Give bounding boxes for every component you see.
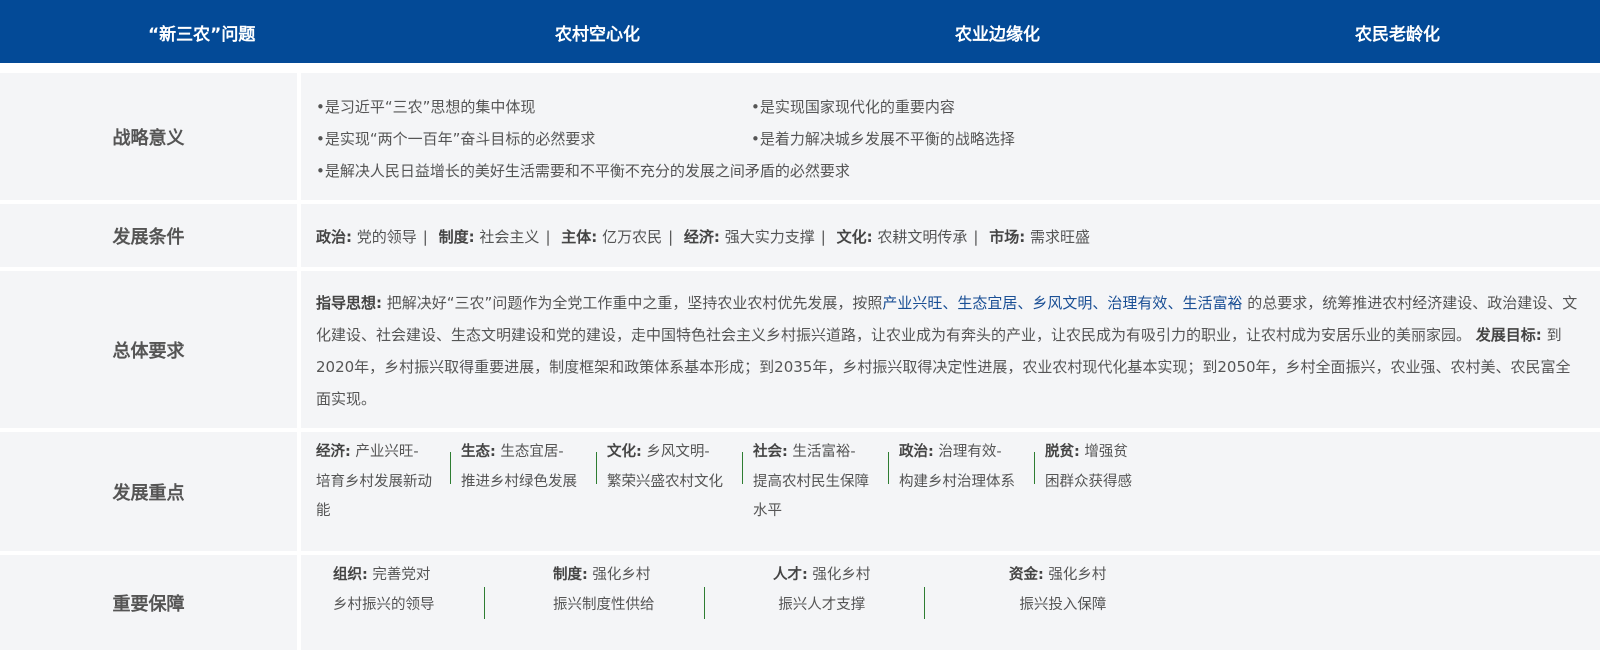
row-label: 重要保障 xyxy=(0,555,297,650)
divider xyxy=(596,452,597,484)
divider xyxy=(888,452,889,484)
row-development-focus: 发展重点 经济: 产业兴旺- 培育乡村发展新动能 生态: 生态宜居- 推进乡村绿色发… xyxy=(0,432,1600,551)
guarantee-item-institution: 制度: 强化乡村 振兴制度性供给 xyxy=(553,567,655,613)
row-overall-requirements: 总体要求 指导思想: 把解决好“三农”问题作为全党工作重中之重，坚持农业农村优先… xyxy=(0,271,1600,428)
header-new-three-rural-issues: “新三农”问题 xyxy=(148,25,256,45)
divider xyxy=(484,587,485,619)
guarantee-item-funding: 资金: 强化乡村 振兴投入保障 xyxy=(1009,567,1107,613)
focus-item-economy: 经济: 产业兴旺- 培育乡村发展新动能 xyxy=(316,444,432,519)
row-development-conditions: 发展条件 政治: 党的领导 | 制度: 社会主义 | 主体: 亿万农民 | 经济: 强… xyxy=(0,204,1600,267)
condition-value: 党的领导 xyxy=(356,228,417,246)
guarantee-item-organization: 组织: 完善党对 乡村振兴的领导 xyxy=(333,567,435,613)
guiding-thought-text: 把解决好“三农”问题作为全党工作重中之重，坚持农业农村优先发展，按照 xyxy=(386,294,883,312)
strategy-item: •是实现国家现代化的重要内容 xyxy=(751,98,955,116)
divider xyxy=(704,587,705,619)
row-content: 经济: 产业兴旺- 培育乡村发展新动能 生态: 生态宜居- 推进乡村绿色发展 文化:… xyxy=(301,432,1600,551)
row-label: 发展重点 xyxy=(0,432,297,551)
focus-item-society: 社会: 生活富裕- 提高农村民生保障 水平 xyxy=(753,444,869,519)
condition-key: 文化: xyxy=(836,228,873,246)
row-content: •是习近平“三农”思想的集中体现 •是实现国家现代化的重要内容 •是实现“两个一… xyxy=(301,73,1600,200)
row-content: 组织: 完善党对 乡村振兴的领导 制度: 强化乡村 振兴制度性供给 人才: 强化乡村… xyxy=(301,555,1600,650)
divider xyxy=(450,452,451,484)
guiding-thought-label: 指导思想: xyxy=(316,294,382,312)
condition-value: 亿万农民 xyxy=(602,228,663,246)
header-farmer-aging: 农民老龄化 xyxy=(1355,25,1440,45)
condition-value: 需求旺盛 xyxy=(1029,228,1090,246)
row-label: 总体要求 xyxy=(0,271,297,428)
highlight-term: 生活富裕 xyxy=(1182,294,1243,312)
row-important-guarantees: 重要保障 组织: 完善党对 乡村振兴的领导 制度: 强化乡村 振兴制度性供给 人才:… xyxy=(0,555,1600,650)
highlight-term: 生态宜居 xyxy=(957,294,1018,312)
condition-key: 政治: xyxy=(316,228,352,246)
strategy-item: •是着力解决城乡发展不平衡的战略选择 xyxy=(751,130,1015,148)
focus-item-culture: 文化: 乡风文明- 繁荣兴盛农村文化 xyxy=(607,444,723,490)
development-goal-label: 发展目标: xyxy=(1475,326,1542,344)
strategy-item: •是实现“两个一百年”奋斗目标的必然要求 xyxy=(316,130,596,148)
requirements-paragraph: 指导思想: 把解决好“三农”问题作为全党工作重中之重，坚持农业农村优先发展，按照… xyxy=(316,294,1578,408)
divider xyxy=(1034,452,1035,484)
divider xyxy=(742,452,743,484)
row-content: 指导思想: 把解决好“三农”问题作为全党工作重中之重，坚持农业农村优先发展，按照… xyxy=(301,271,1600,428)
divider xyxy=(924,587,925,619)
condition-value: 农耕文明传承 xyxy=(877,228,968,246)
row-label: 战略意义 xyxy=(0,73,297,200)
row-strategic-significance: 战略意义 •是习近平“三农”思想的集中体现 •是实现国家现代化的重要内容 •是实… xyxy=(0,73,1600,200)
table-header: “新三农”问题 农村空心化 农业边缘化 农民老龄化 xyxy=(0,0,1600,63)
condition-key: 经济: xyxy=(683,228,720,246)
condition-key: 制度: xyxy=(438,228,475,246)
condition-key: 市场: xyxy=(989,228,1026,246)
conditions-line: 政治: 党的领导 | 制度: 社会主义 | 主体: 亿万农民 | 经济: 强大实力支撑… xyxy=(316,228,1090,246)
focus-item-politics: 政治: 治理有效- 构建乡村治理体系 xyxy=(899,444,1015,490)
focus-item-poverty: 脱贫: 增强贫 困群众获得感 xyxy=(1045,444,1132,490)
header-agriculture-marginalization: 农业边缘化 xyxy=(955,25,1040,45)
condition-value: 社会主义 xyxy=(479,228,540,246)
focus-item-ecology: 生态: 生态宜居- 推进乡村绿色发展 xyxy=(461,444,577,490)
highlight-term: 产业兴旺 xyxy=(882,294,943,312)
highlight-term: 乡风文明 xyxy=(1032,294,1093,312)
guarantee-item-talent: 人才: 强化乡村 振兴人才支撑 xyxy=(773,567,871,613)
header-village-hollowing: 农村空心化 xyxy=(555,25,640,45)
condition-value: 强大实力支撑 xyxy=(724,228,815,246)
row-label: 发展条件 xyxy=(0,204,297,267)
condition-key: 主体: xyxy=(561,228,598,246)
highlight-term: 治理有效 xyxy=(1107,294,1168,312)
row-content: 政治: 党的领导 | 制度: 社会主义 | 主体: 亿万农民 | 经济: 强大实力支撑… xyxy=(301,204,1600,267)
strategy-item: •是习近平“三农”思想的集中体现 xyxy=(316,98,536,116)
strategy-item: •是解决人民日益增长的美好生活需要和不平衡不充分的发展之间矛盾的必然要求 xyxy=(316,162,850,180)
